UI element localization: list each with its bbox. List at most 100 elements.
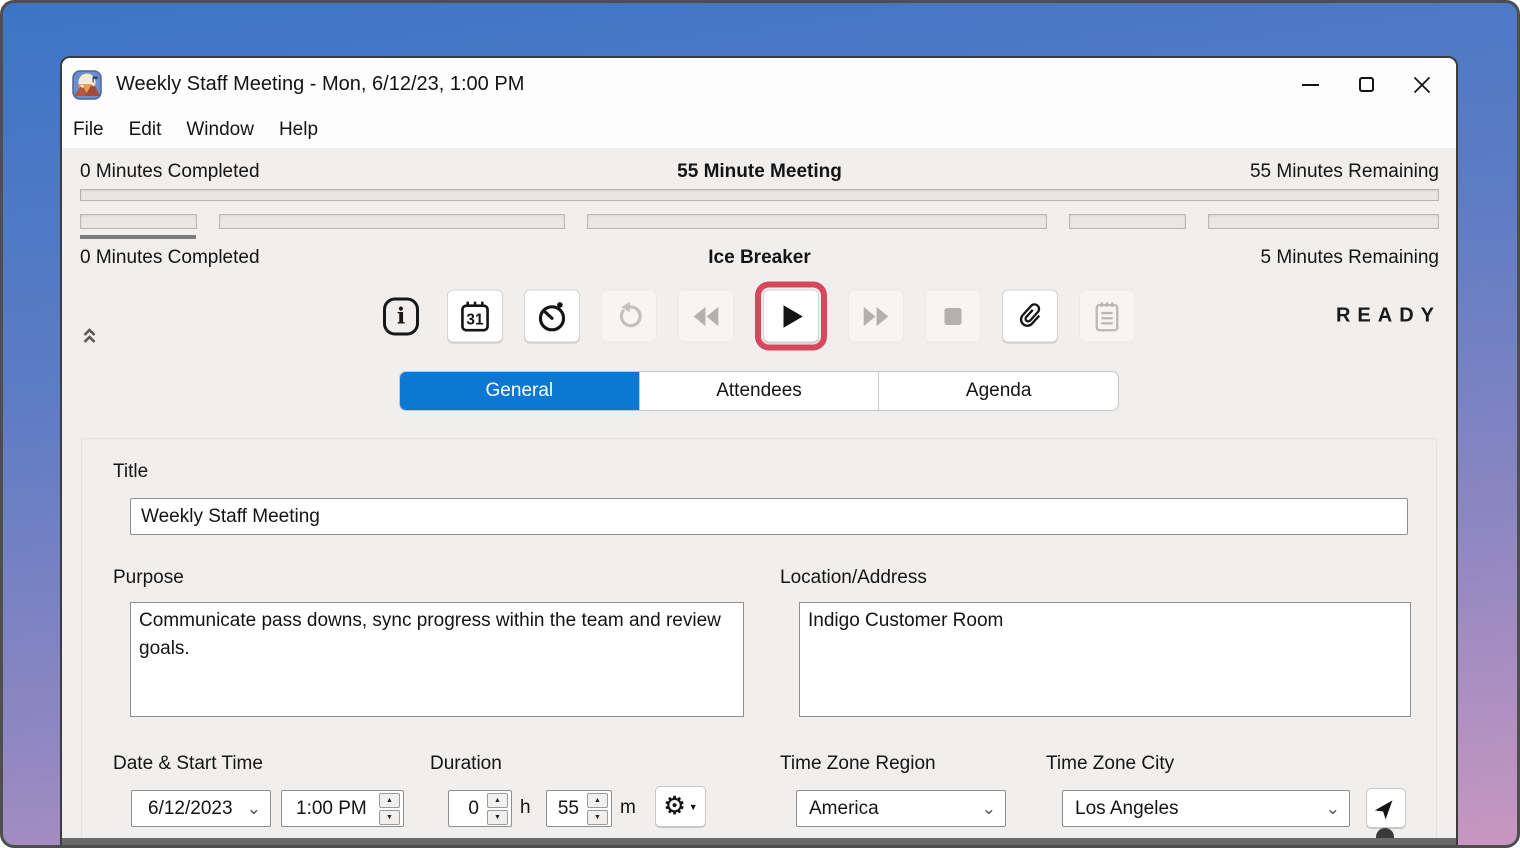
hours-unit-label: h <box>520 797 531 819</box>
stop-icon <box>939 302 967 330</box>
segment-progress-bars <box>80 214 1439 229</box>
section-progress-labels: 0 Minutes Completed Ice Breaker 5 Minute… <box>80 247 1439 269</box>
window-title: Weekly Staff Meeting - Mon, 6/12/23, 1:0… <box>116 73 1282 96</box>
hours-spin-down-button[interactable]: ▼ <box>487 810 508 825</box>
play-icon <box>776 301 806 331</box>
date-start-label: Date & Start Time <box>113 753 263 775</box>
duration-minutes-value: 55 <box>551 798 579 820</box>
play-highlight-ring <box>755 282 827 351</box>
notepad-icon <box>1091 300 1123 332</box>
location-label: Location/Address <box>780 567 927 589</box>
minimize-icon <box>1302 84 1319 86</box>
window-controls <box>1282 63 1450 107</box>
title-input[interactable] <box>130 498 1408 535</box>
title-label: Title <box>113 461 148 483</box>
menu-help[interactable]: Help <box>279 119 318 141</box>
minutes-spin-up-button[interactable]: ▲ <box>587 793 608 808</box>
segment-bar-3 <box>587 214 1048 229</box>
info-icon: i <box>397 303 405 329</box>
tab-agenda[interactable]: Agenda <box>878 372 1118 410</box>
minimize-button[interactable] <box>1282 63 1338 107</box>
svg-text:31: 31 <box>466 311 484 328</box>
fast-forward-icon <box>861 301 891 331</box>
segment-bar-1 <box>80 214 197 229</box>
title-bar: Weekly Staff Meeting - Mon, 6/12/23, 1:0… <box>62 58 1456 111</box>
duration-settings-button[interactable]: ⚙ ▼ <box>655 786 706 827</box>
current-segment-label: Ice Breaker <box>708 247 810 269</box>
tab-general[interactable]: General <box>400 372 639 410</box>
progress-section: 0 Minutes Completed 55 Minute Meeting 55… <box>62 148 1456 269</box>
overall-progress-labels: 0 Minutes Completed 55 Minute Meeting 55… <box>80 161 1439 183</box>
minutes-unit-label: m <box>620 797 636 819</box>
current-segment-underline <box>80 235 196 239</box>
dropdown-arrow-icon: ▼ <box>689 802 698 812</box>
time-spinner[interactable]: 1:00 PM ▲ ▼ <box>281 790 404 827</box>
date-select[interactable]: 6/12/2023 ⌄ <box>131 790 271 827</box>
close-icon <box>1413 76 1431 94</box>
purpose-label: Purpose <box>113 567 184 589</box>
rewind-button <box>678 290 734 343</box>
rewind-icon <box>691 301 721 331</box>
tz-city-label: Time Zone City <box>1046 753 1174 775</box>
desktop-background: Weekly Staff Meeting - Mon, 6/12/23, 1:0… <box>0 0 1520 848</box>
section-remaining-label: 5 Minutes Remaining <box>811 247 1439 269</box>
time-spin-down-button[interactable]: ▼ <box>379 810 400 825</box>
menu-bar: File Edit Window Help <box>62 111 1456 148</box>
reset-icon <box>613 300 645 332</box>
duration-hours-spinner[interactable]: 0 ▲ ▼ <box>448 790 512 827</box>
overall-remaining-label: 55 Minutes Remaining <box>842 161 1439 183</box>
tz-region-label: Time Zone Region <box>780 753 936 775</box>
fast-forward-button <box>848 290 904 343</box>
reset-button <box>601 290 657 343</box>
info-button[interactable]: i <box>383 297 419 335</box>
stop-button <box>925 290 981 343</box>
app-window: Weekly Staff Meeting - Mon, 6/12/23, 1:0… <box>60 56 1458 847</box>
calendar-button[interactable]: 31 <box>447 290 503 343</box>
general-form-panel: Title Purpose Communicate pass downs, sy… <box>81 438 1437 847</box>
calendar-icon: 31 <box>459 300 491 332</box>
menu-file[interactable]: File <box>73 119 104 141</box>
close-button[interactable] <box>1394 63 1450 107</box>
duration-minutes-spinner[interactable]: 55 ▲ ▼ <box>546 790 612 827</box>
menu-edit[interactable]: Edit <box>129 119 162 141</box>
window-bottom-divider <box>62 838 1456 845</box>
overall-completed-label: 0 Minutes Completed <box>80 161 677 183</box>
duration-label: Duration <box>430 753 502 775</box>
tz-city-select[interactable]: Los Angeles ⌄ <box>1062 790 1350 827</box>
hours-spin-up-button[interactable]: ▲ <box>487 793 508 808</box>
meeting-title-label: 55 Minute Meeting <box>677 161 842 183</box>
paperclip-icon <box>1014 300 1046 332</box>
tab-attendees[interactable]: Attendees <box>639 372 879 410</box>
menu-window[interactable]: Window <box>186 119 254 141</box>
location-textarea[interactable]: Indigo Customer Room <box>799 602 1411 717</box>
tz-region-select[interactable]: America ⌄ <box>796 790 1006 827</box>
navigation-arrow-icon <box>1374 796 1398 820</box>
timer-button[interactable] <box>524 290 580 343</box>
tz-region-value: America <box>809 798 879 820</box>
collapse-panel-icon[interactable] <box>82 327 97 344</box>
detect-timezone-button[interactable] <box>1366 788 1406 828</box>
time-value: 1:00 PM <box>296 798 367 820</box>
gear-icon: ⚙ <box>663 794 685 819</box>
maximize-icon <box>1359 77 1374 92</box>
timer-icon <box>535 299 569 333</box>
maximize-button[interactable] <box>1338 63 1394 107</box>
play-button[interactable] <box>763 290 819 343</box>
date-value: 6/12/2023 <box>148 798 233 820</box>
tz-city-value: Los Angeles <box>1075 798 1179 820</box>
segment-bar-2 <box>219 214 565 229</box>
overall-progress-bar <box>80 189 1439 201</box>
status-badge: READY <box>1336 305 1441 328</box>
attachment-button[interactable] <box>1002 290 1058 343</box>
notes-button <box>1079 290 1135 343</box>
duration-hours-value: 0 <box>453 798 479 820</box>
tab-bar: General Attendees Agenda <box>399 371 1119 411</box>
time-spin-up-button[interactable]: ▲ <box>379 793 400 808</box>
segment-bar-4 <box>1069 214 1186 229</box>
purpose-textarea[interactable]: Communicate pass downs, sync progress wi… <box>130 602 744 717</box>
app-icon <box>72 70 102 100</box>
section-completed-label: 0 Minutes Completed <box>80 247 708 269</box>
segment-bar-5 <box>1208 214 1439 229</box>
minutes-spin-down-button[interactable]: ▼ <box>587 810 608 825</box>
toolbar: i 31 <box>62 282 1456 350</box>
